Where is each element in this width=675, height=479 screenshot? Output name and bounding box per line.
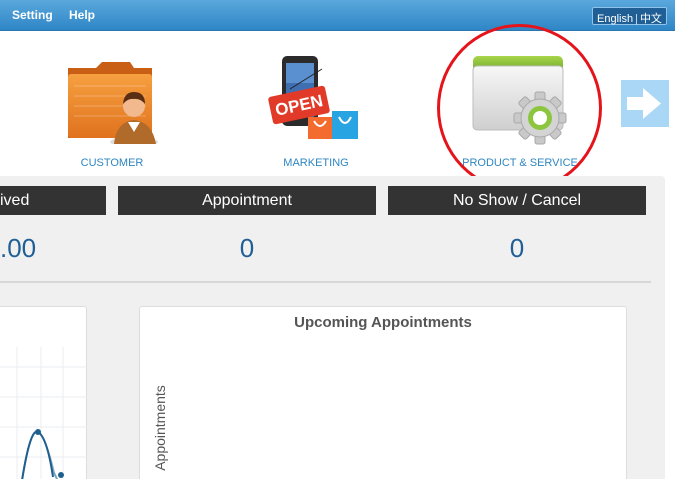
appointment-value: 0 xyxy=(239,233,255,263)
help-menu[interactable]: Help xyxy=(69,8,95,22)
chart-point xyxy=(58,472,64,478)
panel-divider xyxy=(0,281,651,283)
marketing-label[interactable]: MARKETING xyxy=(246,157,386,169)
customer-tile[interactable] xyxy=(66,60,160,147)
no-show-cancel-header: No Show / Cancel xyxy=(388,186,646,215)
chart-point xyxy=(35,429,41,435)
appointments-axis-label: Appointments xyxy=(152,385,168,471)
next-arrow-button[interactable] xyxy=(621,80,669,127)
no-show-cancel-value: 0 xyxy=(509,233,525,263)
appointment-header: Appointment xyxy=(118,186,376,215)
product-service-label[interactable]: PRODUCT & SERVICE xyxy=(450,157,590,169)
received-value: .00 xyxy=(0,233,37,263)
product-service-tile[interactable] xyxy=(470,52,570,148)
top-menu-bar: Setting Help English | 中文 xyxy=(0,0,675,31)
arrow-right-icon xyxy=(627,88,661,119)
customer-folder-icon xyxy=(68,62,158,147)
received-header: ived xyxy=(0,186,106,215)
language-english[interactable]: English xyxy=(597,13,633,25)
language-switcher[interactable]: English | 中文 xyxy=(592,7,667,25)
upcoming-appointments-card xyxy=(139,306,627,479)
customer-label[interactable]: CUSTOMER xyxy=(42,157,182,169)
setting-menu[interactable]: Setting xyxy=(12,8,53,22)
upcoming-appointments-title: Upcoming Appointments xyxy=(294,314,472,331)
marketing-open-sign-icon: OPEN xyxy=(268,56,358,139)
marketing-tile[interactable]: OPEN xyxy=(268,55,364,141)
language-separator: | xyxy=(635,13,638,25)
language-chinese[interactable]: 中文 xyxy=(640,13,662,25)
product-service-gear-icon xyxy=(472,56,567,145)
line-chart xyxy=(0,347,88,479)
left-chart-card xyxy=(0,306,88,479)
